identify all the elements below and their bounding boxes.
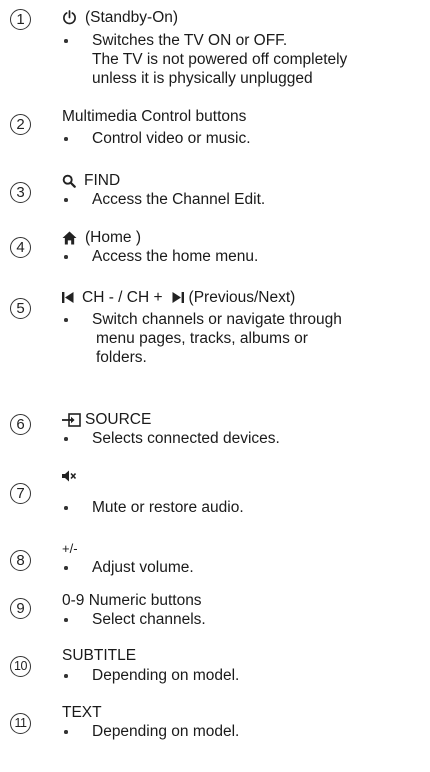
item-number: 2 bbox=[10, 114, 31, 135]
item-title bbox=[62, 470, 84, 482]
item-number: 3 bbox=[10, 182, 31, 203]
home-icon bbox=[62, 230, 77, 245]
bullet-text: Depending on model. bbox=[62, 722, 239, 741]
item-title-text: (Standby-On) bbox=[85, 9, 179, 26]
item-title-text: FIND bbox=[84, 172, 121, 189]
next-icon bbox=[172, 292, 184, 303]
item-bullets: Adjust volume. bbox=[62, 558, 194, 577]
bullet-text: Switches the TV ON or OFF. bbox=[62, 31, 347, 50]
item-title-text: CH - / CH + bbox=[82, 289, 163, 306]
item-title: +/- bbox=[62, 539, 78, 558]
item-title: SUBTITLE bbox=[62, 646, 136, 665]
item-title: 0-9 Numeric buttons bbox=[62, 591, 202, 610]
item-title: (Standby-On) bbox=[62, 8, 178, 27]
item-number: 8 bbox=[10, 550, 31, 571]
item-title: CH - / CH + (Previous/Next) bbox=[62, 288, 295, 307]
item-title: Multimedia Control buttons bbox=[62, 107, 246, 126]
item-title-text: 0-9 Numeric buttons bbox=[62, 592, 202, 609]
item-title: SOURCE bbox=[62, 410, 151, 429]
bullet-continuation: The TV is not powered off completely bbox=[92, 51, 348, 68]
bullet-text: Switch channels or navigate through bbox=[62, 310, 342, 329]
item-number: 6 bbox=[10, 414, 31, 435]
item-title-suffix: (Previous/Next) bbox=[188, 289, 296, 306]
mute-icon bbox=[62, 470, 76, 482]
item-title: (Home ) bbox=[62, 228, 141, 247]
bullet-continuation: folders. bbox=[96, 349, 147, 366]
bullet-text: Selects connected devices. bbox=[62, 429, 280, 448]
item-number: 9 bbox=[10, 598, 31, 619]
item-number: 5 bbox=[10, 298, 31, 319]
item-bullets: Control video or music. bbox=[62, 129, 251, 148]
bullet-text: Depending on model. bbox=[62, 666, 239, 685]
item-bullets: Mute or restore audio. bbox=[62, 498, 244, 517]
item-bullets: Access the Channel Edit. bbox=[62, 190, 265, 209]
item-bullets: Access the home menu. bbox=[62, 247, 258, 266]
bullet-continuation: unless it is physically unplugged bbox=[92, 70, 313, 87]
item-title-text: SUBTITLE bbox=[62, 647, 137, 664]
item-bullets: Select channels. bbox=[62, 610, 206, 629]
item-bullets: Switches the TV ON or OFF. The TV is not… bbox=[62, 31, 347, 88]
item-title: FIND bbox=[62, 171, 120, 190]
power-icon bbox=[62, 10, 77, 25]
bullet-text: Access the Channel Edit. bbox=[62, 190, 265, 209]
search-icon bbox=[62, 174, 76, 188]
item-bullets: Switch channels or navigate through menu… bbox=[62, 310, 342, 367]
item-title-text: SOURCE bbox=[85, 411, 152, 428]
item-title: TEXT bbox=[62, 703, 102, 722]
previous-icon bbox=[62, 292, 74, 303]
bullet-text: Mute or restore audio. bbox=[62, 498, 244, 517]
item-title-text: +/- bbox=[62, 541, 78, 556]
bullet-text: Control video or music. bbox=[62, 129, 251, 148]
item-number: 1 bbox=[10, 9, 31, 30]
item-title-text: TEXT bbox=[62, 704, 102, 721]
bullet-continuation: menu pages, tracks, albums or bbox=[96, 330, 308, 347]
item-bullets: Depending on model. bbox=[62, 722, 239, 741]
item-bullets: Selects connected devices. bbox=[62, 429, 280, 448]
source-icon bbox=[62, 412, 81, 427]
item-number: 11 bbox=[10, 713, 31, 734]
bullet-text: Access the home menu. bbox=[62, 247, 258, 266]
item-number: 4 bbox=[10, 237, 31, 258]
bullet-text: Select channels. bbox=[62, 610, 206, 629]
item-bullets: Depending on model. bbox=[62, 666, 239, 685]
bullet-text: Adjust volume. bbox=[62, 558, 194, 577]
item-title-text: (Home ) bbox=[85, 229, 141, 246]
item-number: 7 bbox=[10, 483, 31, 504]
item-number: 10 bbox=[10, 656, 31, 677]
item-title-text: Multimedia Control buttons bbox=[62, 108, 247, 125]
